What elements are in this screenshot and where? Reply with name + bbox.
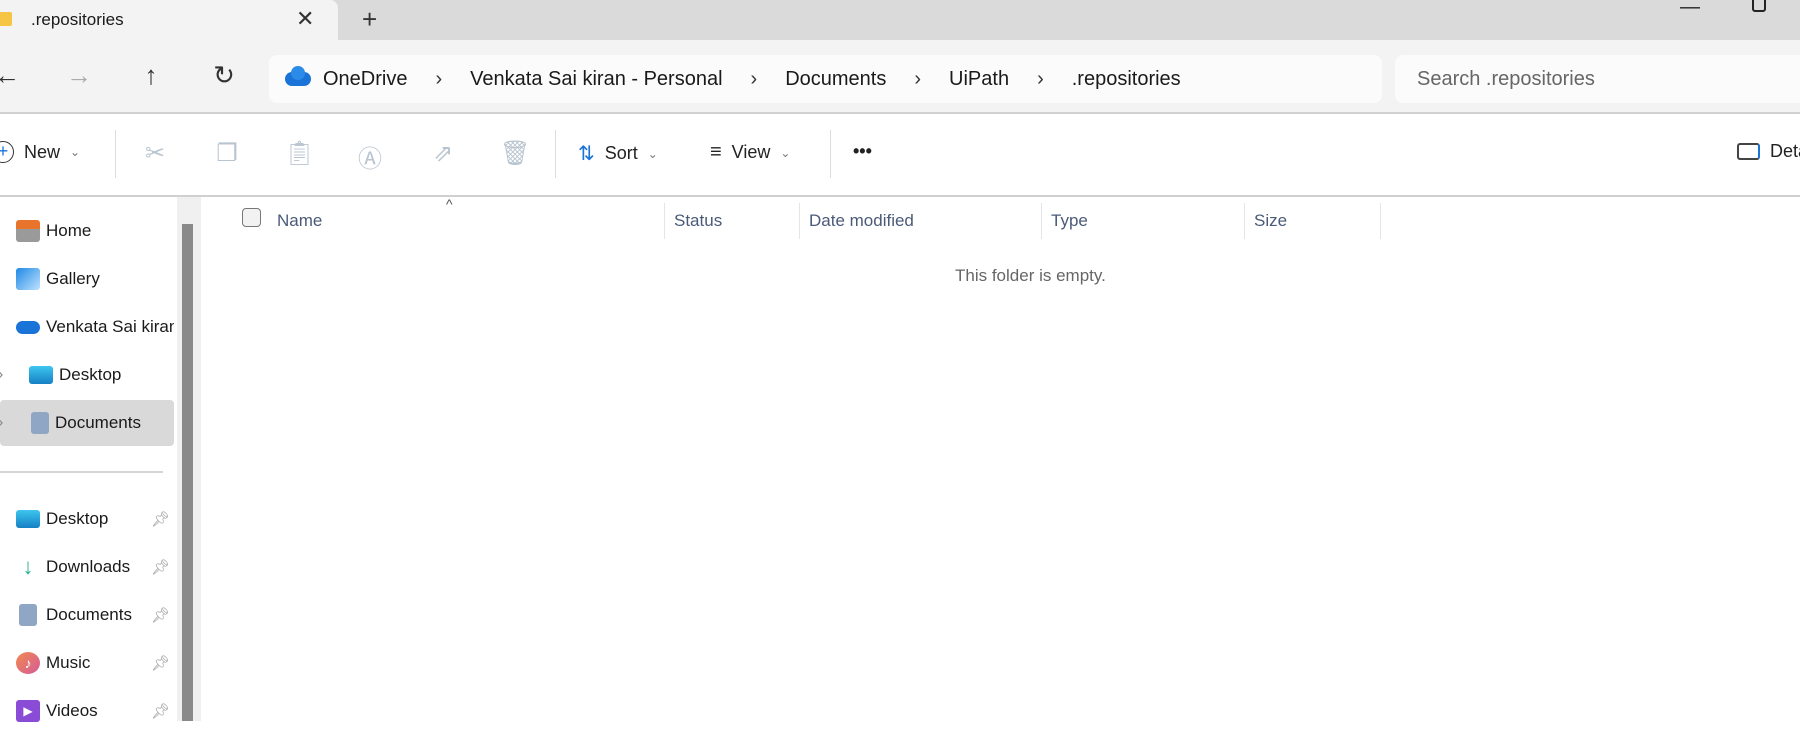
sidebar-item-home[interactable]: Home xyxy=(0,208,174,254)
sidebar-item-label: Desktop xyxy=(59,365,122,384)
forward-button[interactable]: → xyxy=(64,60,94,91)
plus-circle-icon: + xyxy=(0,141,14,163)
chevron-right-icon[interactable]: › xyxy=(914,68,921,91)
up-button[interactable]: ↑ xyxy=(136,60,166,91)
divider xyxy=(0,471,163,473)
sidebar-item-label: Videos xyxy=(46,701,98,720)
minimize-button[interactable]: — xyxy=(1680,0,1700,19)
close-tab-button[interactable]: ✕ xyxy=(296,6,314,32)
address-row: ← → ↑ ↻ OneDrive › Venkata Sai kiran - P… xyxy=(0,40,1800,114)
onedrive-icon xyxy=(285,66,311,86)
pinned-downloads[interactable]: ↓ Downloads 📌︎ xyxy=(0,544,174,590)
gallery-icon xyxy=(16,268,40,290)
desktop-icon xyxy=(16,510,40,528)
back-button[interactable]: ← xyxy=(0,60,22,91)
chevron-right-icon[interactable]: › xyxy=(0,366,3,384)
pin-icon[interactable]: 📌︎ xyxy=(151,654,170,672)
title-bar: .repositories ✕ + — xyxy=(0,0,1800,40)
empty-folder-message: This folder is empty. xyxy=(955,266,1106,285)
chevron-right-icon[interactable]: › xyxy=(435,68,442,91)
sidebar-item-label: Venkata Sai kiran - Personal xyxy=(46,317,174,336)
scrollbar-thumb[interactable] xyxy=(182,224,193,721)
chevron-right-icon[interactable]: › xyxy=(0,414,3,432)
maximize-button[interactable] xyxy=(1752,0,1766,12)
pinned-videos[interactable]: ▶ Videos 📌︎ xyxy=(0,688,174,734)
address-bar[interactable]: OneDrive › Venkata Sai kiran - Personal … xyxy=(269,55,1382,103)
paste-icon[interactable]: 📋︎ xyxy=(284,139,314,168)
column-header-date-modified[interactable]: Date modified xyxy=(800,203,1042,239)
column-header-name[interactable]: Name xyxy=(268,203,665,239)
sidebar-item-desktop[interactable]: › Desktop xyxy=(0,352,174,398)
cut-icon[interactable]: ✂ xyxy=(140,139,170,168)
view-icon: ≡ xyxy=(710,141,722,163)
pinned-music[interactable]: ♪ Music 📌︎ xyxy=(0,640,174,686)
share-icon[interactable]: ⇗ xyxy=(428,139,458,168)
sidebar-item-label: Downloads xyxy=(46,557,131,576)
desktop-icon xyxy=(29,366,53,384)
sidebar-item-onedrive[interactable]: Venkata Sai kiran - Personal xyxy=(0,304,174,350)
breadcrumb-personal[interactable]: Venkata Sai kiran - Personal xyxy=(470,68,722,91)
sidebar-item-label: Documents xyxy=(46,605,132,624)
tab-title: .repositories xyxy=(31,10,124,29)
details-pane-icon xyxy=(1737,143,1760,160)
divider xyxy=(830,130,831,178)
view-label: View xyxy=(731,142,771,162)
new-tab-button[interactable]: + xyxy=(362,4,377,35)
copy-icon[interactable]: ❐ xyxy=(212,139,242,168)
rename-icon[interactable]: Ⓐ xyxy=(355,139,385,174)
videos-icon: ▶ xyxy=(16,700,40,722)
chevron-down-icon: ⌄ xyxy=(647,146,658,161)
column-header-size[interactable]: Size xyxy=(1245,203,1381,239)
sidebar-item-label: Music xyxy=(46,653,91,672)
chevron-right-icon[interactable]: › xyxy=(751,68,758,91)
music-icon: ♪ xyxy=(16,652,40,674)
tab-repositories[interactable]: .repositories ✕ xyxy=(0,0,338,40)
divider xyxy=(115,130,116,178)
navigation-pane: Home Gallery Venkata Sai kiran - Persona… xyxy=(0,197,176,722)
new-label: New xyxy=(24,141,61,162)
sort-icon: ⇅ xyxy=(578,143,595,165)
onedrive-icon xyxy=(16,320,40,334)
chevron-down-icon: ⌄ xyxy=(70,145,81,159)
chevron-down-icon: ⌄ xyxy=(780,145,791,160)
more-options-button[interactable]: ••• xyxy=(853,141,872,162)
pin-icon[interactable]: 📌︎ xyxy=(151,510,170,528)
chevron-right-icon[interactable]: › xyxy=(1037,68,1044,91)
pin-icon[interactable]: 📌︎ xyxy=(151,606,170,624)
home-icon xyxy=(16,220,40,242)
sidebar-item-documents[interactable]: › Documents xyxy=(0,400,174,446)
breadcrumb-uipath[interactable]: UiPath xyxy=(949,68,1009,91)
column-header-type[interactable]: Type xyxy=(1042,203,1245,239)
breadcrumb-repositories[interactable]: .repositories xyxy=(1072,68,1181,91)
folder-icon xyxy=(0,12,12,26)
breadcrumb-onedrive[interactable]: OneDrive xyxy=(323,68,407,91)
refresh-button[interactable]: ↻ xyxy=(209,60,239,91)
pinned-desktop[interactable]: Desktop 📌︎ xyxy=(0,496,174,542)
sidebar-item-label: Desktop xyxy=(46,509,109,528)
view-button[interactable]: ≡ View ⌄ xyxy=(710,141,790,164)
details-label: Details xyxy=(1770,141,1800,161)
sidebar-item-label: Gallery xyxy=(46,269,100,288)
command-bar: + New ⌄ ✂ ❐ 📋︎ Ⓐ ⇗ 🗑︎ ⇅ Sort ⌄ ≡ View ⌄ … xyxy=(0,115,1800,197)
breadcrumb-documents[interactable]: Documents xyxy=(785,68,886,91)
pinned-documents[interactable]: Documents 📌︎ xyxy=(0,592,174,638)
documents-icon xyxy=(31,412,49,434)
sidebar-item-label: Documents xyxy=(55,413,141,432)
sort-label: Sort xyxy=(604,143,638,163)
details-pane-button[interactable]: Details xyxy=(1737,141,1800,162)
pin-icon[interactable]: 📌︎ xyxy=(151,558,170,576)
sidebar-item-label: Home xyxy=(46,221,92,240)
search-input[interactable]: Search .repositories xyxy=(1395,55,1800,103)
new-button[interactable]: + New ⌄ xyxy=(0,141,80,163)
download-icon: ↓ xyxy=(22,554,34,579)
delete-icon[interactable]: 🗑︎ xyxy=(500,139,530,168)
column-header-status[interactable]: Status xyxy=(665,203,800,239)
sort-button[interactable]: ⇅ Sort ⌄ xyxy=(578,141,658,166)
divider xyxy=(555,130,556,178)
documents-icon xyxy=(19,604,37,626)
pin-icon[interactable]: 📌︎ xyxy=(151,702,170,720)
select-all-checkbox[interactable] xyxy=(242,208,261,227)
sidebar-item-gallery[interactable]: Gallery xyxy=(0,256,174,302)
